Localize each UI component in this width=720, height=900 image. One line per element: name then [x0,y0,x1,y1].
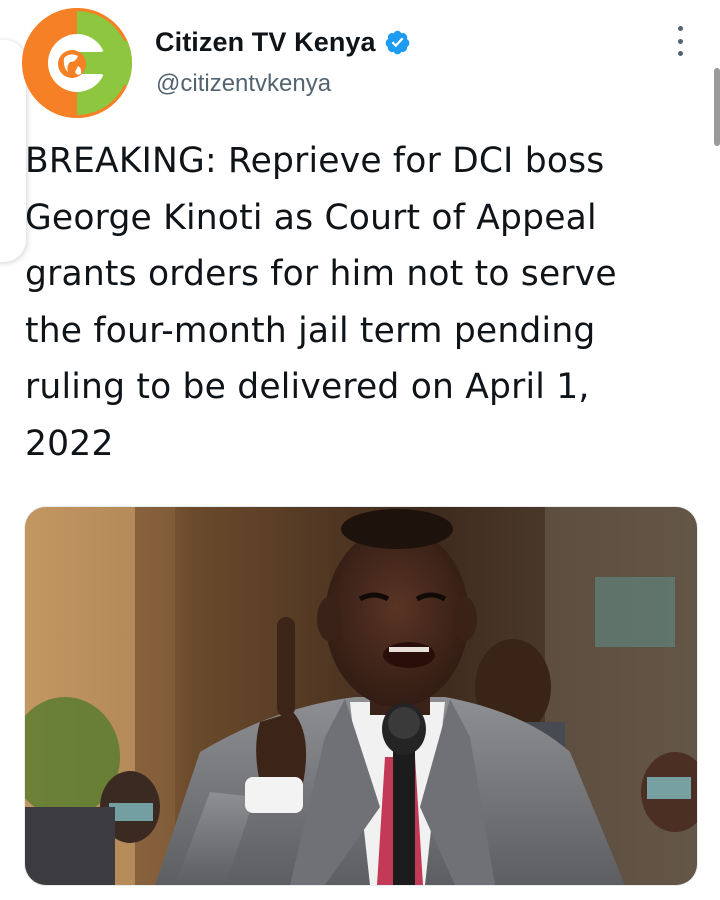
tweet-text-line: grants orders for him not to serve [25,254,617,294]
tweet-photo[interactable] [24,506,698,886]
tweet-screen: Citizen TV Kenya @citizentvkenya BREAKIN… [0,0,720,900]
tweet-text-line: BREAKING: Reprieve for DCI boss [25,141,605,181]
scrollbar[interactable] [714,68,720,146]
profile-avatar[interactable] [22,8,132,118]
tweet-text-line: the four-month jail term pending [25,310,596,351]
speaker-photo-image [25,507,697,885]
display-name[interactable]: Citizen TV Kenya [155,27,376,58]
tweet-text-line: 2022 [25,423,114,464]
verified-badge-icon [384,29,411,56]
citizen-tv-logo-icon [22,8,132,118]
tweet-text-line: George Kinoti as Court of Appeal [25,197,597,238]
tweet-text-line: ruling to be delivered on April 1, [25,367,590,407]
account-handle[interactable]: @citizentvkenya [156,70,331,98]
account-name-row[interactable]: Citizen TV Kenya [155,24,411,60]
more-options-icon[interactable] [668,26,692,56]
tweet-text: BREAKING: Reprieve for DCI boss George K… [25,133,705,472]
